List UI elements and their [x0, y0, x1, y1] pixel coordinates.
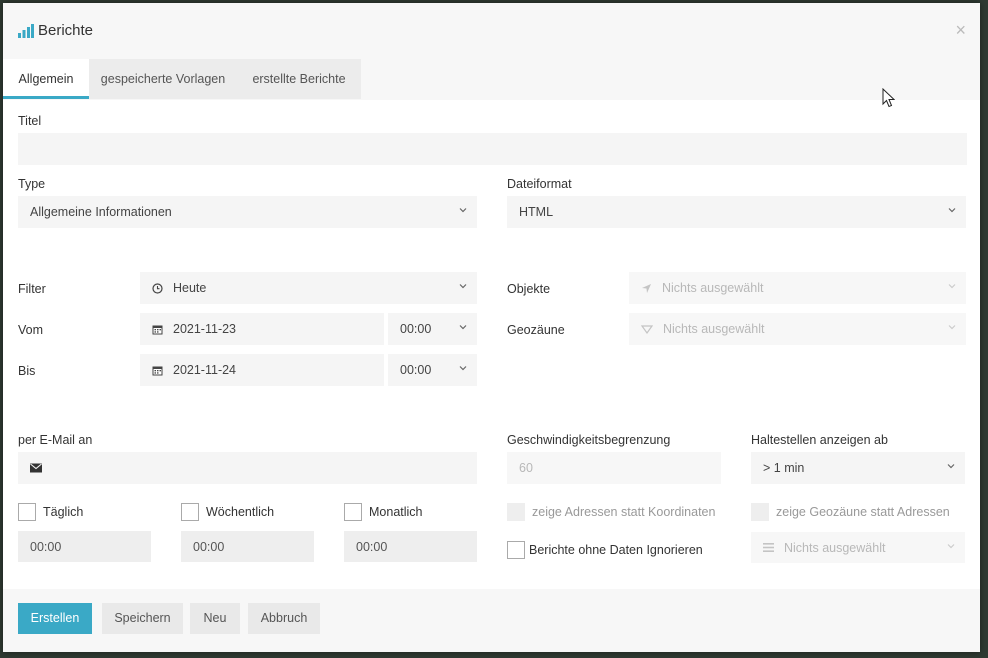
- from-date-value: 2021-11-23: [173, 322, 237, 336]
- dialog-title: Berichte: [18, 22, 93, 39]
- from-time-value: 00:00: [400, 322, 432, 336]
- geofence-icon: [641, 324, 653, 335]
- clock-icon: [152, 282, 163, 294]
- extra-select[interactable]: Nichts ausgewählt: [751, 532, 965, 563]
- bar-chart-icon: [18, 23, 34, 38]
- chevron-down-icon: [947, 464, 955, 469]
- ignore-empty-checkbox[interactable]: [507, 541, 525, 559]
- daily-checkbox[interactable]: [18, 503, 36, 521]
- from-time-select[interactable]: 00:00: [388, 313, 477, 345]
- chevron-down-icon: [459, 366, 467, 371]
- save-button[interactable]: Speichern: [102, 603, 183, 634]
- stops-label: Haltestellen anzeigen ab: [751, 433, 888, 447]
- speed-label: Geschwindigkeitsbegrenzung: [507, 433, 671, 447]
- chevron-down-icon: [459, 325, 467, 330]
- list-icon: [763, 543, 774, 552]
- chevron-down-icon: [459, 284, 467, 289]
- monthly-label: Monatlich: [369, 505, 423, 519]
- to-label: Bis: [18, 364, 36, 378]
- to-date-value: 2021-11-24: [173, 363, 237, 377]
- format-select-value: HTML: [519, 205, 554, 219]
- filter-select[interactable]: Heute: [140, 272, 477, 304]
- tab-gespeicherte-vorlagen[interactable]: gespeicherte Vorlagen: [89, 59, 237, 99]
- title-input[interactable]: [18, 133, 967, 165]
- objects-select-value: Nichts ausgewählt: [662, 281, 764, 295]
- title-label: Titel: [18, 114, 42, 128]
- geofences-label: Geozäune: [507, 323, 565, 337]
- email-label: per E-Mail an: [18, 433, 93, 447]
- type-select-value: Allgemeine Informationen: [30, 205, 172, 219]
- to-time-value: 00:00: [400, 363, 432, 377]
- tab-erstellte-berichte[interactable]: erstellte Berichte: [237, 59, 361, 99]
- show-geofences-checkbox[interactable]: [751, 503, 769, 521]
- envelope-icon: [30, 463, 42, 473]
- show-addresses-label: zeige Adressen statt Koordinaten: [532, 505, 716, 519]
- show-geofences-label: zeige Geozäune statt Adressen: [776, 505, 950, 519]
- new-button[interactable]: Neu: [190, 603, 240, 634]
- create-button[interactable]: Erstellen: [18, 603, 92, 634]
- stops-select-value: > 1 min: [763, 461, 805, 475]
- weekly-label: Wöchentlich: [206, 505, 275, 519]
- weekly-checkbox[interactable]: [181, 503, 199, 521]
- format-select[interactable]: HTML: [507, 196, 966, 228]
- to-time-select[interactable]: 00:00: [388, 354, 477, 386]
- chevron-down-icon: [459, 208, 467, 213]
- chevron-down-icon: [947, 544, 955, 549]
- geofences-select-value: Nichts ausgewählt: [663, 322, 765, 336]
- speed-input[interactable]: 60: [507, 452, 721, 484]
- chevron-down-icon: [948, 208, 956, 213]
- objects-select[interactable]: Nichts ausgewählt: [629, 272, 966, 304]
- close-icon[interactable]: ×: [955, 21, 966, 39]
- dialog-footer: Erstellen Speichern Neu Abbruch: [3, 589, 980, 652]
- type-select[interactable]: Allgemeine Informationen: [18, 196, 477, 228]
- from-date-input[interactable]: 2021-11-23: [140, 313, 384, 345]
- ignore-empty-label: Berichte ohne Daten Ignorieren: [529, 543, 703, 557]
- location-arrow-icon: [641, 283, 652, 294]
- objects-label: Objekte: [507, 282, 551, 296]
- tab-bar: Allgemein gespeicherte Vorlagen erstellt…: [3, 58, 980, 100]
- monthly-checkbox[interactable]: [344, 503, 362, 521]
- stops-select[interactable]: > 1 min: [751, 452, 965, 484]
- type-label: Type: [18, 177, 46, 191]
- from-label: Vom: [18, 323, 44, 337]
- chevron-down-icon: [948, 284, 956, 289]
- email-input[interactable]: [18, 452, 477, 484]
- reports-dialog: Berichte × Allgemein gespeicherte Vorlag…: [3, 3, 980, 652]
- daily-label: Täglich: [43, 505, 84, 519]
- tab-allgemein[interactable]: Allgemein: [3, 59, 89, 99]
- chevron-down-icon: [948, 325, 956, 330]
- cancel-button[interactable]: Abbruch: [248, 603, 320, 634]
- geofences-select[interactable]: Nichts ausgewählt: [629, 313, 966, 345]
- dialog-header: Berichte ×: [3, 3, 980, 58]
- daily-time-input[interactable]: 00:00: [18, 531, 151, 562]
- mouse-cursor-icon: [882, 88, 895, 108]
- filter-label: Filter: [18, 282, 46, 296]
- monthly-time-input[interactable]: 00:00: [344, 531, 477, 562]
- dialog-title-text: Berichte: [38, 22, 94, 39]
- format-label: Dateiformat: [507, 177, 572, 191]
- show-addresses-checkbox[interactable]: [507, 503, 525, 521]
- weekly-time-input[interactable]: 00:00: [181, 531, 314, 562]
- extra-select-value: Nichts ausgewählt: [784, 540, 886, 555]
- filter-select-value: Heute: [173, 281, 207, 295]
- calendar-icon: [152, 365, 163, 376]
- to-date-input[interactable]: 2021-11-24: [140, 354, 384, 386]
- calendar-icon: [152, 324, 163, 335]
